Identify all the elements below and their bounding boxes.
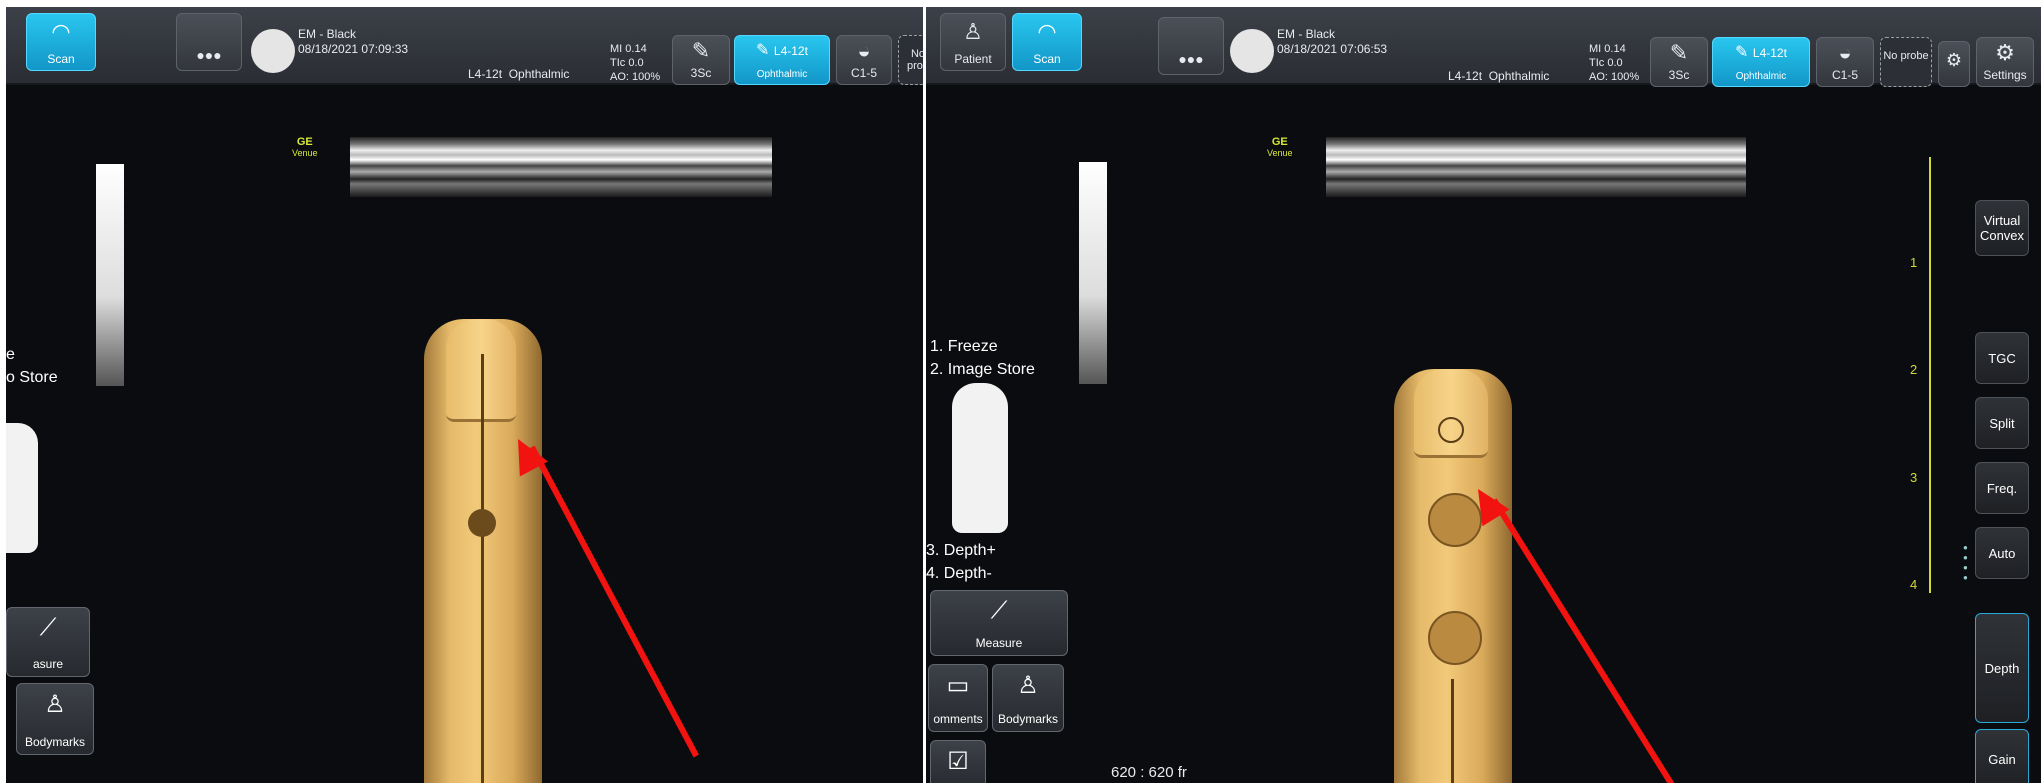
ge-venue-logo: GE Venue [292,136,318,159]
dots-icon: ●●● [1178,51,1204,67]
scan-button[interactable]: ◠ Scan [26,13,96,71]
probe-icon: ✎ L4-12t [756,42,808,59]
probe-icon: ✎ L4-12t [1735,44,1787,61]
no-probe-button[interactable]: No probe [1880,37,1932,87]
patient-info: EM - Black 08/18/2021 07:09:33 [298,27,408,57]
probe-icon: ◒ [1838,40,1852,65]
bodymarks-button[interactable]: ♙ Bodymarks [16,683,94,755]
settings-button[interactable]: ⚙ Settings [1976,37,2034,87]
patient-info: EM - Black 08/18/2021 07:06:53 [1277,27,1387,57]
depth-tick: 4 [1910,577,1918,592]
tgc-button[interactable]: TGC [1975,332,2029,384]
depth-tick: 1 [1910,255,1918,270]
top-toolbar: ◠ Scan ●●● EM - Black 08/18/2021 07:09:3… [6,7,923,85]
ge-venue-logo: GE Venue [1267,136,1293,159]
probe-scan-icon: ◠ [1037,19,1057,44]
probe-c1-5-button[interactable]: ◒ C1-5 [836,35,892,85]
ultrasound-image [1326,137,1746,197]
grayscale-bar [1079,162,1107,384]
grayscale-bar [96,164,124,386]
avatar [1230,29,1274,73]
red-arrow [529,445,699,758]
red-arrow [1491,498,1677,783]
probe-button-menu: e o Store [6,346,58,386]
probe-diagram [6,423,38,553]
patient-button[interactable]: ♙ Patient [940,13,1006,71]
scan-button[interactable]: ◠ Scan [1012,13,1082,71]
handheld-probe [1394,369,1512,783]
ultrasound-image [350,137,772,197]
bodymarks-icon: ♙ [1017,672,1039,699]
depth-scale [1929,157,1931,593]
page-dots: ● ● ● ● [1963,543,1968,582]
avatar [251,29,295,73]
probe-3sc-button[interactable]: ✎ 3Sc [1650,37,1708,87]
depth-tick: 2 [1910,362,1918,377]
probe-l4-12t-button[interactable]: ✎ L4-12t Ophthalmic [734,35,830,85]
probe-scan-icon: ◠ [51,19,71,44]
probe-diagram [952,383,1008,533]
report-button[interactable]: ☑ [930,740,986,783]
acoustic-indices: MI 0.14 TIc 0.0 AO: 100% [610,43,661,83]
probe-icon: ✎ [691,38,711,63]
probe-preset-label: L4-12t Ophthalmic [1448,69,1550,83]
probe-c1-5-button[interactable]: ◒ C1-5 [1816,37,1874,87]
depth-tick: 3 [1910,470,1918,485]
virtual-convex-button[interactable]: Virtual Convex [1975,200,2029,256]
probe-button-menu-lower: 3. Depth+ 4. Depth- [926,542,996,582]
comments-button[interactable]: ▭ omments [928,664,988,732]
measure-button[interactable]: ⟋ asure [6,607,90,677]
measure-button[interactable]: ⟋ Measure [930,590,1068,656]
wireless-icon-button[interactable]: ⚙ [1938,41,1970,87]
more-options-button[interactable]: ●●● [176,13,242,71]
patient-name: EM - Black [298,27,357,41]
probe-3sc-button[interactable]: ✎ 3Sc [672,35,730,85]
probe-icon: ◒ [857,38,871,63]
no-probe-button[interactable]: No prob [898,35,923,85]
left-photo-panel: ◠ Scan ●●● EM - Black 08/18/2021 07:09:3… [6,7,923,783]
measure-icon: ⟋ [39,614,57,641]
measure-icon: ⟋ [990,597,1008,624]
top-toolbar: ♙ Patient ◠ Scan ●●● EM - Black 08/18/20… [926,7,2041,87]
probe-icon: ✎ [1669,40,1689,65]
clipboard-icon: ☑ [947,748,969,775]
gear-icon: ⚙ [1995,40,2015,65]
exam-datetime: 08/18/2021 07:09:33 [298,42,409,56]
bodymarks-icon: ♙ [44,691,66,718]
probe-preset-label: L4-12t Ophthalmic [468,67,570,81]
right-photo-panel: ♙ Patient ◠ Scan ●●● EM - Black 08/18/20… [926,7,2041,783]
person-icon: ♙ [963,19,983,44]
probe-l4-12t-button[interactable]: ✎ L4-12t Ophthalmic [1712,37,1810,87]
patient-name: EM - Black [1277,27,1336,41]
bodymarks-button[interactable]: ♙ Bodymarks [992,664,1064,732]
gain-control[interactable]: Gain [1975,729,2029,783]
exam-datetime: 08/18/2021 07:06:53 [1277,42,1388,56]
probe-button-menu: 1. Freeze 2. Image Store [930,338,1035,378]
wireless-icon: ⚙ [1945,50,1963,70]
split-button[interactable]: Split [1975,397,2029,449]
more-options-button[interactable]: ●●● [1158,17,1224,75]
depth-control[interactable]: Depth [1975,613,2029,723]
acoustic-indices: MI 0.14 TIc 0.0 AO: 100% [1589,43,1640,83]
dots-icon: ●●● [196,47,222,63]
comments-icon: ▭ [946,672,970,699]
auto-button[interactable]: Auto [1975,527,2029,579]
frame-counter: 620 : 620 fr [1111,764,1187,781]
freq-button[interactable]: Freq. [1975,462,2029,514]
handheld-probe [424,319,542,783]
